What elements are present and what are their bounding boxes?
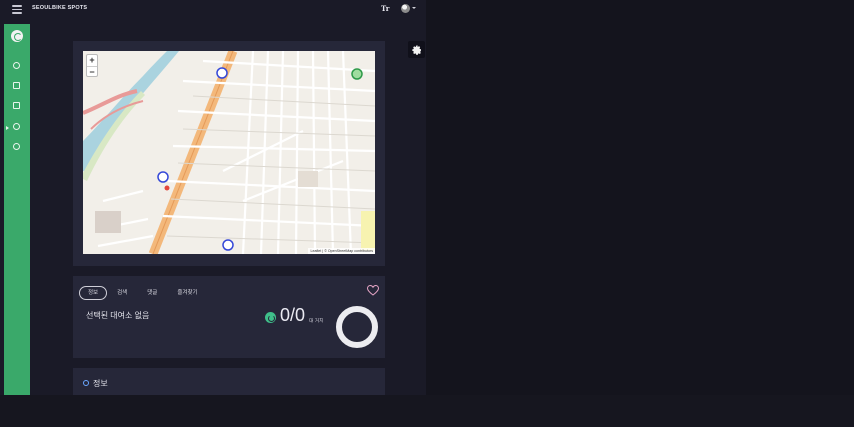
pie-chart-icon — [13, 62, 20, 69]
station-status-text: 선택된 대여소 없음 — [86, 311, 150, 320]
bottom-strip — [0, 395, 854, 427]
zoom-out-button[interactable]: − — [87, 66, 97, 77]
bike-count-unit: 대 거치 — [309, 319, 324, 324]
avatar[interactable] — [401, 4, 410, 13]
zoom-control: + − — [86, 54, 98, 77]
sidebar-item-bike[interactable] — [12, 101, 21, 110]
map-tiles — [83, 51, 375, 254]
detail-card: 정보 — [73, 368, 385, 395]
bike-icon — [265, 312, 276, 323]
active-indicator-icon — [6, 126, 9, 130]
sidebar-item-settings[interactable] — [12, 122, 21, 131]
tab-info[interactable]: 정보 — [79, 286, 108, 300]
tab-search[interactable]: 검색 — [107, 286, 137, 300]
font-size-icon[interactable]: Tr — [381, 4, 389, 13]
gear-icon — [13, 123, 20, 130]
sidebar-item-dashboard[interactable] — [12, 61, 21, 70]
detail-title: 정보 — [93, 379, 108, 388]
station-info-card: 정보 검색 댓글 즐겨찾기 선택된 대여소 없음 0/0 대 거치 — [73, 276, 385, 358]
settings-button[interactable] — [408, 41, 425, 58]
list-icon — [13, 82, 20, 89]
app-window: SEOULBIKE SPOTS Tr + − Leaflet | © OpenS… — [0, 0, 426, 395]
bike-icon — [13, 102, 20, 109]
top-bar: SEOULBIKE SPOTS Tr — [0, 0, 426, 20]
sidebar — [4, 24, 30, 395]
bike-count: 0/0 — [280, 305, 306, 325]
tab-comments[interactable]: 댓글 — [137, 286, 167, 300]
sidebar-item-list[interactable] — [12, 81, 21, 90]
logo-icon[interactable] — [11, 30, 23, 42]
map-view[interactable]: + − Leaflet | © OpenStreetMap contributo… — [83, 51, 375, 254]
heart-icon — [366, 284, 380, 296]
map-card: + − Leaflet | © OpenStreetMap contributo… — [73, 41, 385, 266]
chevron-down-icon[interactable] — [412, 7, 416, 9]
tab-bar: 정보 검색 댓글 즐겨찾기 — [79, 286, 208, 300]
zoom-in-button[interactable]: + — [87, 55, 97, 66]
info-icon — [83, 380, 89, 386]
tab-favorites[interactable]: 즐겨찾기 — [167, 286, 207, 300]
empty-area — [426, 0, 854, 395]
favorite-button[interactable] — [366, 283, 380, 301]
brand-title: SEOULBIKE SPOTS — [32, 5, 88, 11]
menu-icon[interactable] — [12, 5, 22, 14]
map-attribution[interactable]: Leaflet | © OpenStreetMap contributors — [308, 248, 375, 254]
gear-icon — [411, 44, 421, 55]
availability-ring — [336, 306, 378, 348]
sidebar-item-stats[interactable] — [12, 142, 21, 151]
stats-icon — [13, 143, 20, 150]
